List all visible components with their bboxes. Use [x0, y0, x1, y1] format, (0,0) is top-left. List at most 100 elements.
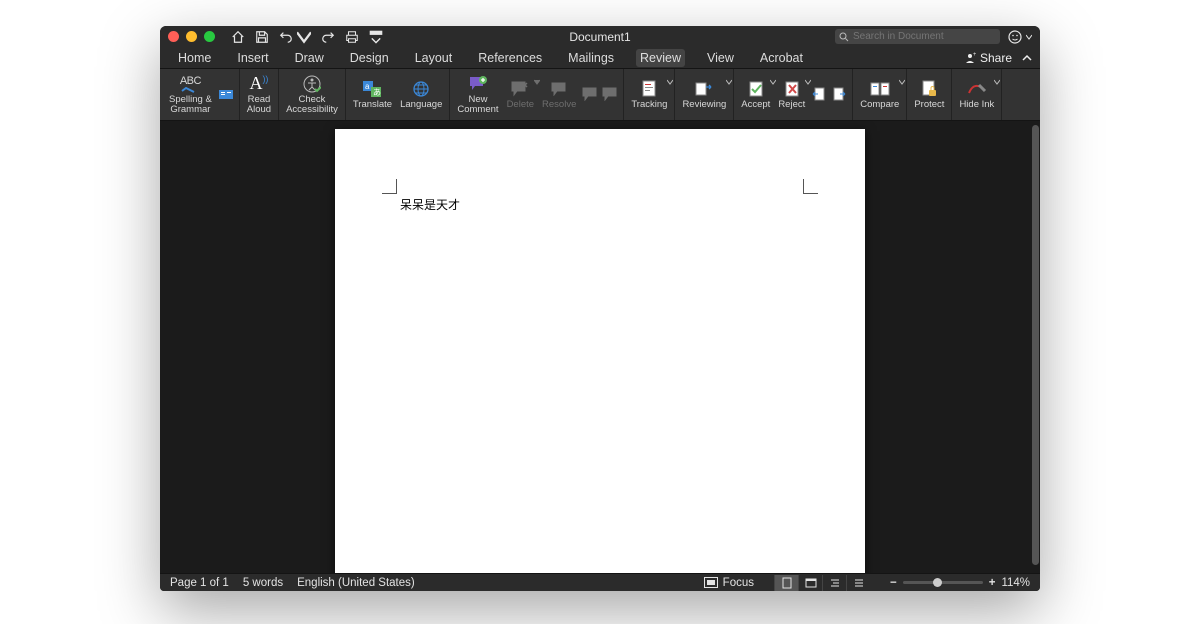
print-layout-view-button[interactable] — [774, 575, 798, 591]
tab-view[interactable]: View — [703, 49, 738, 67]
titlebar: Document1 — [160, 26, 1040, 47]
view-mode-buttons — [774, 575, 870, 591]
document-text[interactable]: 呆呆是天才 — [400, 196, 460, 213]
check-accessibility-button[interactable]: Check Accessibility — [282, 69, 342, 120]
feedback-icon[interactable] — [1008, 30, 1022, 44]
tab-mailings[interactable]: Mailings — [564, 49, 618, 67]
resolve-icon — [551, 82, 567, 96]
ribbon-tabs: Home Insert Draw Design Layout Reference… — [160, 47, 1040, 69]
page[interactable]: 呆呆是天才 — [335, 129, 865, 573]
zoom-slider[interactable] — [903, 581, 983, 584]
search-input[interactable] — [853, 31, 996, 42]
reviewing-icon — [695, 81, 713, 97]
next-comment-button — [600, 69, 620, 120]
tab-acrobat[interactable]: Acrobat — [756, 49, 807, 67]
collapse-ribbon-icon[interactable] — [1022, 53, 1032, 63]
resolve-comment-button: Resolve — [538, 69, 580, 120]
share-button[interactable]: + Share — [964, 51, 1012, 65]
undo-icon[interactable] — [279, 30, 293, 44]
prev-comment-icon — [582, 87, 598, 101]
save-icon[interactable] — [255, 30, 269, 44]
svg-text:a: a — [365, 82, 370, 91]
delete-comment-button: Delete — [503, 69, 538, 120]
customize-qat-icon[interactable] — [369, 30, 383, 44]
read-aloud-icon: A)) — [249, 74, 268, 94]
next-comment-icon — [602, 87, 618, 101]
tab-design[interactable]: Design — [346, 49, 393, 67]
chevron-down-icon[interactable] — [899, 79, 905, 85]
document-title: Document1 — [569, 30, 630, 44]
redo-icon[interactable] — [321, 30, 335, 44]
zoom-slider-knob[interactable] — [933, 578, 942, 587]
prev-comment-button — [580, 69, 600, 120]
search-icon — [839, 32, 849, 42]
close-window-button[interactable] — [168, 31, 179, 42]
reject-button[interactable]: Reject — [774, 69, 809, 120]
language-button[interactable]: Language — [396, 69, 446, 120]
chevron-down-icon[interactable] — [667, 79, 673, 85]
word-window: Document1 Home Insert Draw Design Layout… — [160, 26, 1040, 591]
feedback-dropdown-icon[interactable] — [1026, 34, 1032, 40]
prev-change-icon — [812, 87, 826, 101]
ribbon: ABC Spelling & Grammar A)) Read Aloud Ch… — [160, 69, 1040, 121]
reviewing-button[interactable]: Reviewing — [678, 69, 730, 120]
outline-view-button[interactable] — [822, 575, 846, 591]
tracking-icon — [641, 80, 657, 98]
share-person-icon: + — [964, 52, 976, 64]
focus-mode-button[interactable]: Focus — [704, 577, 754, 589]
share-label: Share — [980, 51, 1012, 65]
hide-ink-icon — [967, 81, 987, 97]
new-comment-icon — [469, 76, 487, 92]
home-icon[interactable] — [231, 30, 245, 44]
document-area[interactable]: 呆呆是天才 — [160, 121, 1040, 573]
print-icon[interactable] — [345, 30, 359, 44]
read-aloud-button[interactable]: A)) Read Aloud — [243, 69, 275, 120]
language-status[interactable]: English (United States) — [297, 577, 415, 589]
zoom-in-button[interactable]: + — [989, 577, 996, 589]
chevron-down-icon[interactable] — [994, 79, 1000, 85]
accept-button[interactable]: Accept — [737, 69, 774, 120]
tab-layout[interactable]: Layout — [411, 49, 457, 67]
zoom-controls: − + 114% — [890, 577, 1030, 589]
translate-button[interactable]: aあ Translate — [349, 69, 396, 120]
margin-corner-tl — [382, 179, 397, 194]
spelling-grammar-button[interactable]: ABC Spelling & Grammar — [165, 69, 216, 120]
zoom-out-button[interactable]: − — [890, 577, 897, 589]
svg-text:+: + — [973, 52, 976, 58]
delete-comment-icon — [511, 81, 529, 97]
new-comment-button[interactable]: New Comment — [453, 69, 502, 120]
tab-draw[interactable]: Draw — [291, 49, 328, 67]
zoom-window-button[interactable] — [204, 31, 215, 42]
search-box[interactable] — [835, 29, 1000, 44]
spelling-icon: ABC — [180, 75, 201, 93]
chevron-down-icon[interactable] — [726, 79, 732, 85]
prev-change-button[interactable] — [809, 69, 829, 120]
margin-corner-tr — [803, 179, 818, 194]
next-change-icon — [832, 87, 846, 101]
draft-view-button[interactable] — [846, 575, 870, 591]
compare-button[interactable]: Compare — [856, 69, 903, 120]
tab-insert[interactable]: Insert — [233, 49, 272, 67]
thesaurus-button[interactable] — [216, 69, 236, 120]
zoom-level[interactable]: 114% — [1001, 577, 1030, 589]
quick-access-toolbar — [231, 30, 383, 44]
hide-ink-button[interactable]: Hide Ink — [955, 69, 998, 120]
svg-text:あ: あ — [373, 88, 381, 97]
accessibility-icon — [303, 75, 321, 93]
next-change-button[interactable] — [829, 69, 849, 120]
traffic-lights — [168, 31, 215, 42]
undo-dropdown-icon[interactable] — [297, 30, 311, 44]
reject-icon — [784, 80, 800, 98]
tab-review[interactable]: Review — [636, 49, 685, 67]
word-count[interactable]: 5 words — [243, 577, 283, 589]
minimize-window-button[interactable] — [186, 31, 197, 42]
thesaurus-icon — [218, 87, 234, 101]
tracking-button[interactable]: Tracking — [627, 69, 671, 120]
protect-button[interactable]: Protect — [910, 69, 948, 120]
web-layout-view-button[interactable] — [798, 575, 822, 591]
tab-references[interactable]: References — [474, 49, 546, 67]
vertical-scrollbar[interactable] — [1032, 125, 1039, 565]
page-count[interactable]: Page 1 of 1 — [170, 577, 229, 589]
tab-home[interactable]: Home — [174, 49, 215, 67]
accept-icon — [748, 80, 764, 98]
